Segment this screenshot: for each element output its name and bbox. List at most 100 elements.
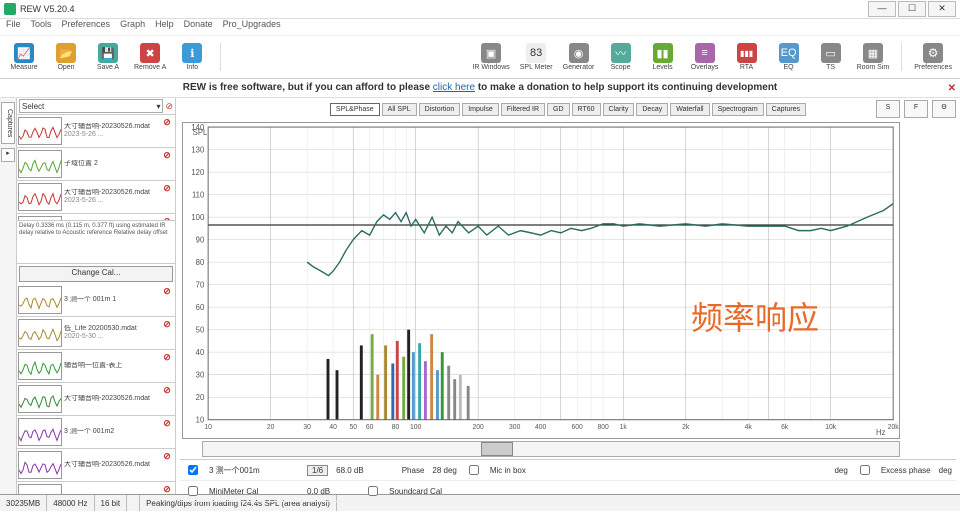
measurement-thumb bbox=[18, 150, 62, 178]
delete-measurement-icon[interactable]: ⊘ bbox=[161, 385, 173, 397]
levels-button[interactable]: ▮▮Levels bbox=[643, 41, 683, 73]
measurement-thumb bbox=[18, 183, 62, 211]
select-dropdown[interactable]: Select▾ bbox=[19, 99, 163, 113]
menu-preferences[interactable]: Preferences bbox=[62, 19, 111, 35]
eq-button[interactable]: EQEQ bbox=[769, 41, 809, 73]
menu-graph[interactable]: Graph bbox=[120, 19, 145, 35]
graph-scrollbars-button[interactable]: S bbox=[876, 100, 900, 118]
tab-spectrogram[interactable]: Spectrogram bbox=[712, 103, 764, 116]
overlays-button[interactable]: ≡Overlays bbox=[685, 41, 725, 73]
svg-text:1k: 1k bbox=[620, 424, 628, 431]
slider-handle[interactable] bbox=[481, 442, 513, 456]
maximize-button[interactable]: ☐ bbox=[898, 1, 926, 17]
soundcard-cal-checkbox[interactable] bbox=[368, 486, 378, 496]
main-area: Captures ▸ Select▾ ⊘ 大寸辅音响-20230526.mdat… bbox=[0, 98, 960, 494]
measurement-item[interactable]: 辅音响一位置-表上⊘ bbox=[17, 350, 175, 383]
menu-donate[interactable]: Donate bbox=[184, 19, 213, 35]
cal-checkbox[interactable] bbox=[188, 486, 198, 496]
trace-1-checkbox[interactable] bbox=[188, 465, 198, 475]
measurement-thumb bbox=[18, 451, 62, 479]
delete-measurement-icon[interactable]: ⊘ bbox=[161, 286, 173, 298]
x-range-slider[interactable] bbox=[202, 441, 900, 457]
menu-file[interactable]: File bbox=[6, 19, 21, 35]
delete-measurement-icon[interactable]: ⊘ bbox=[161, 319, 173, 331]
menu-tools[interactable]: Tools bbox=[31, 19, 52, 35]
open-button[interactable]: 📂Open bbox=[46, 41, 86, 73]
info-button[interactable]: ℹInfo bbox=[172, 41, 212, 73]
sidebar-toggle-icon[interactable]: ▸ bbox=[1, 148, 15, 162]
measurement-item[interactable]: 大寸辅音响-20230526.mdat2023-5-26 ...⊘ bbox=[17, 115, 175, 148]
ir-windows-button[interactable]: ▣IR Windows bbox=[468, 41, 513, 73]
legend-bar: 3 测一个001m 1/6 68.0 dB Phase 28 deg Mic i… bbox=[180, 459, 956, 494]
donate-close-icon[interactable]: ✕ bbox=[948, 80, 956, 98]
delete-all-icon[interactable]: ⊘ bbox=[165, 101, 173, 112]
measurement-item[interactable]: 3 测一个 001m2⊘ bbox=[17, 416, 175, 449]
svg-text:80: 80 bbox=[392, 424, 400, 431]
plot[interactable]: 1020304050607080901001101201301401020304… bbox=[182, 122, 900, 439]
measurement-item[interactable]: 低_Life 20200530.mdat2020-5-30 ...⊘ bbox=[17, 317, 175, 350]
graph-area: SPL&PhaseAll SPLDistortionImpulseFiltere… bbox=[176, 98, 960, 494]
measurement-list[interactable]: 大寸辅音响-20230526.mdat2023-5-26 ...⊘子域位置 2⊘… bbox=[17, 115, 175, 220]
tab-spl-phase[interactable]: SPL&Phase bbox=[330, 103, 380, 116]
smoothing-toggle[interactable]: 1/6 bbox=[307, 465, 328, 476]
generator-button[interactable]: ◉Generator bbox=[559, 41, 599, 73]
delete-measurement-icon[interactable]: ⊘ bbox=[161, 216, 173, 220]
measurement-item[interactable]: 大寸辅音响-20230526.mdat⊘ bbox=[17, 383, 175, 416]
tab-impulse[interactable]: Impulse bbox=[462, 103, 499, 116]
graph-freq-axis-button[interactable]: F bbox=[904, 100, 928, 118]
measurement-item[interactable]: 子域位置 2⊘ bbox=[17, 148, 175, 181]
room-sim-button[interactable]: ▦Room Sim bbox=[853, 41, 894, 73]
tab-rt60[interactable]: RT60 bbox=[572, 103, 601, 116]
delete-measurement-icon[interactable]: ⊘ bbox=[161, 418, 173, 430]
measurement-thumb bbox=[18, 319, 62, 347]
tab-waterfall[interactable]: Waterfall bbox=[670, 103, 709, 116]
tab-distortion[interactable]: Distortion bbox=[419, 103, 461, 116]
graph-⚙-button[interactable]: ⚙ bbox=[932, 100, 956, 118]
save-a-button[interactable]: 💾Save A bbox=[88, 41, 128, 73]
close-button[interactable]: ✕ bbox=[928, 1, 956, 17]
mic-in-box-checkbox[interactable] bbox=[469, 465, 479, 475]
delete-measurement-icon[interactable]: ⊘ bbox=[161, 352, 173, 364]
svg-text:40: 40 bbox=[196, 348, 205, 357]
measurement-thumb bbox=[18, 286, 62, 314]
measurement-item[interactable]: 子域位置3⊘ bbox=[17, 214, 175, 220]
scope-button[interactable]: 〰Scope bbox=[601, 41, 641, 73]
donate-link[interactable]: click here bbox=[433, 82, 475, 93]
svg-text:20: 20 bbox=[267, 424, 275, 431]
ts-button[interactable]: ▭TS bbox=[811, 41, 851, 73]
tab-captures[interactable]: Captures bbox=[766, 103, 806, 116]
excess-phase-checkbox[interactable] bbox=[860, 465, 870, 475]
tab-clarity[interactable]: Clarity bbox=[603, 103, 635, 116]
svg-text:6k: 6k bbox=[781, 424, 789, 431]
measurement-list-2[interactable]: 3 测一个 001m 1⊘低_Life 20200530.mdat2020-5-… bbox=[17, 284, 175, 494]
delete-measurement-icon[interactable]: ⊘ bbox=[161, 117, 173, 129]
menu-help[interactable]: Help bbox=[155, 19, 174, 35]
change-cal-button[interactable]: Change Cal... bbox=[19, 266, 173, 282]
tab-all-spl[interactable]: All SPL bbox=[382, 103, 417, 116]
tab-filtered-ir[interactable]: Filtered IR bbox=[501, 103, 545, 116]
delete-measurement-icon[interactable]: ⊘ bbox=[161, 451, 173, 463]
measure-button[interactable]: 📈Measure bbox=[4, 41, 44, 73]
svg-text:Hz: Hz bbox=[876, 428, 885, 437]
menu-pro_upgrades[interactable]: Pro_Upgrades bbox=[223, 19, 281, 35]
tab-decay[interactable]: Decay bbox=[636, 103, 668, 116]
delete-measurement-icon[interactable]: ⊘ bbox=[161, 183, 173, 195]
svg-text:800: 800 bbox=[597, 424, 608, 431]
delete-measurement-icon[interactable]: ⊘ bbox=[161, 484, 173, 494]
trace-1-label: 3 测一个001m bbox=[209, 465, 299, 476]
spl-meter-button[interactable]: 83SPL Meter bbox=[516, 41, 557, 73]
svg-text:30: 30 bbox=[303, 424, 311, 431]
measurement-item[interactable]: 大寸辅音响-20230526.mdat⊘ bbox=[17, 449, 175, 482]
measurement-item[interactable]: 3 测一个 001m 1⊘ bbox=[17, 284, 175, 317]
svg-text:80: 80 bbox=[196, 258, 205, 267]
delete-measurement-icon[interactable]: ⊘ bbox=[161, 150, 173, 162]
measurement-item[interactable]: 大寸辅音响-20230526.mdat2023-5-26 ...⊘ bbox=[17, 181, 175, 214]
minimize-button[interactable]: — bbox=[868, 1, 896, 17]
measurement-item[interactable]: 上音辅音响一位置-1-2⊘ bbox=[17, 482, 175, 494]
svg-text:130: 130 bbox=[191, 145, 204, 154]
tab-gd[interactable]: GD bbox=[547, 103, 570, 116]
remove-a-button[interactable]: ✖Remove A bbox=[130, 41, 170, 73]
preferences-button[interactable]: ⚙ Preferences bbox=[910, 41, 956, 73]
rta-button[interactable]: ▮▮▮RTA bbox=[727, 41, 767, 73]
captures-tab[interactable]: Captures bbox=[1, 102, 15, 144]
